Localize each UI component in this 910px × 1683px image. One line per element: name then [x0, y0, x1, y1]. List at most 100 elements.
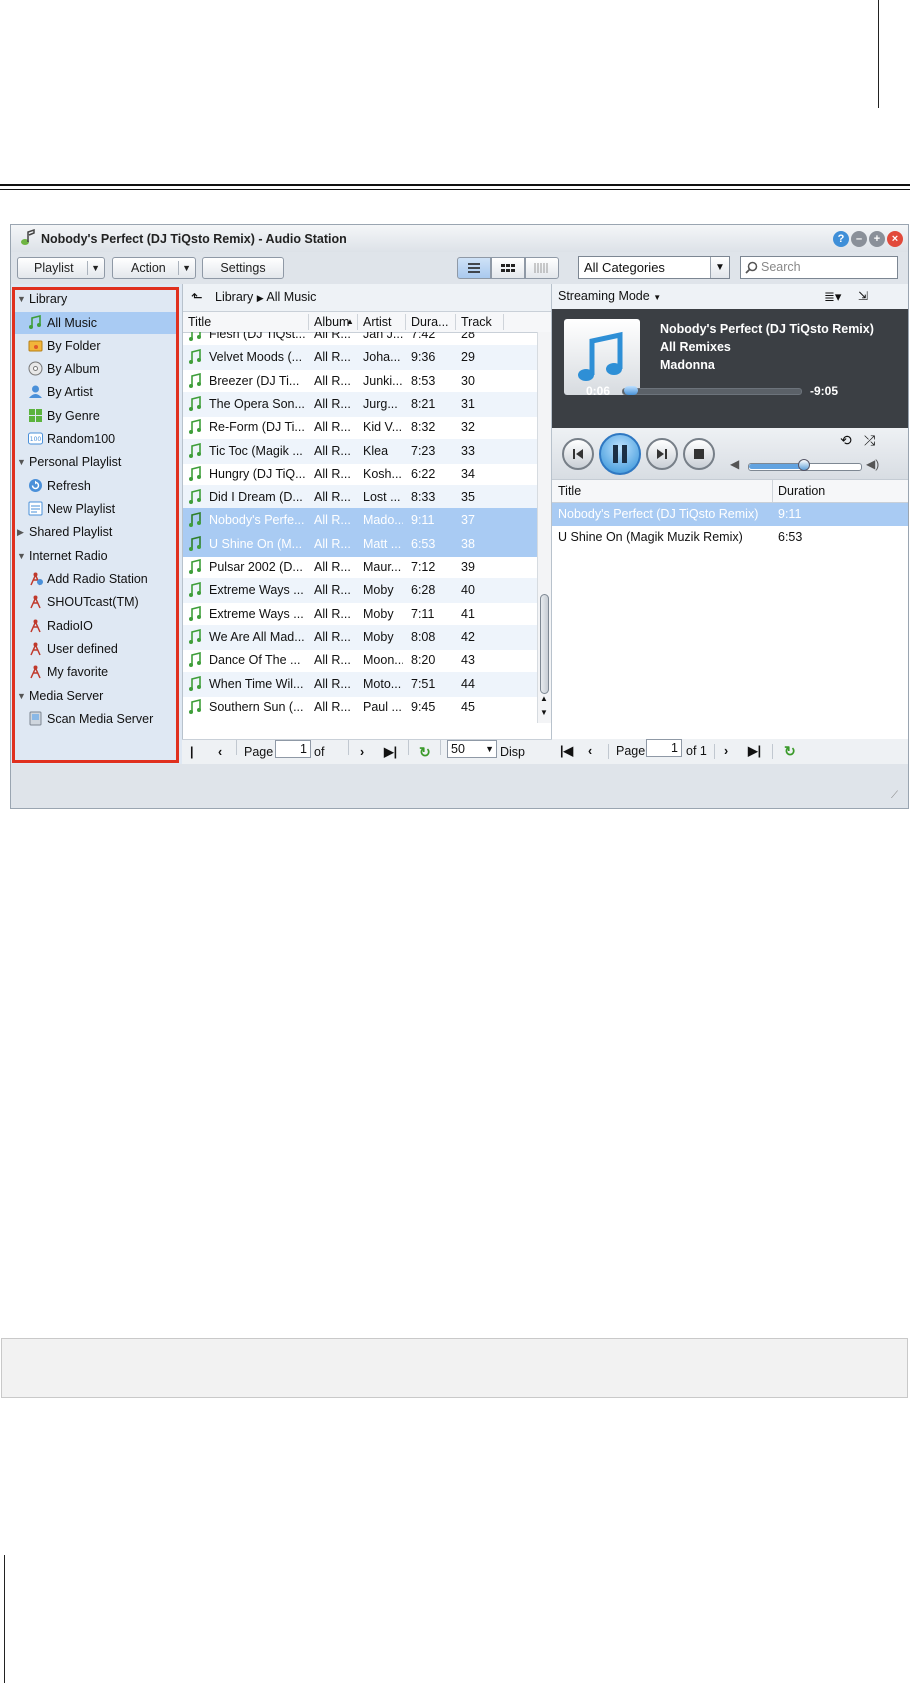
column-duration[interactable]: Dura...	[411, 312, 449, 332]
category-select[interactable]: All Categories ▼	[578, 256, 730, 279]
table-row[interactable]: Southern Sun (... All R... Paul ... 9:45 45	[183, 695, 537, 720]
reload-icon[interactable]: ↻	[419, 740, 431, 765]
title-bar[interactable]: Nobody's Perfect (DJ TiQsto Remix) - Aud…	[11, 225, 908, 252]
minimize-icon[interactable]: –	[851, 231, 867, 247]
shuffle-icon[interactable]: ⤮	[864, 432, 875, 449]
table-row[interactable]: Breezer (DJ Ti... All R... Junki... 8:53 30	[183, 369, 537, 394]
table-row[interactable]: Re-Form (DJ Ti... All R... Kid V... 8:32 32	[183, 415, 537, 440]
table-row[interactable]: We Are All Mad... All R... Moby 8:08 42	[183, 624, 537, 650]
cell-album: All R...	[314, 466, 351, 481]
page-label: Page	[244, 745, 274, 759]
playlist-row[interactable]: U Shine On (Magik Muzik Remix) 6:53	[552, 526, 908, 549]
sidebar-item-radioio[interactable]: RadioIO	[15, 615, 177, 637]
collapse-player-icon[interactable]: ⇲	[858, 284, 868, 309]
sidebar-item-shoutcast[interactable]: SHOUTcast(TM)	[15, 591, 177, 613]
column-album[interactable]: Album	[314, 312, 349, 332]
playlist-row[interactable]: Nobody's Perfect (DJ TiQsto Remix) 9:11	[552, 503, 908, 526]
thumbnail-view-button[interactable]	[491, 257, 525, 279]
sidebar-item-by-folder[interactable]: By Folder	[15, 335, 177, 357]
sidebar-item-by-album[interactable]: By Album	[15, 358, 177, 380]
table-row[interactable]: U Shine On (M... All R... Matt ... 6:53 38	[183, 531, 537, 557]
list-view-button[interactable]	[457, 257, 491, 279]
table-row[interactable]: Extreme Ways ... All R... Moby 6:28 40	[183, 578, 537, 604]
previous-button[interactable]	[562, 438, 594, 470]
last-page-icon[interactable]: ▶|	[748, 739, 761, 764]
table-row[interactable]: Hungry (DJ TiQ... All R... Kosh... 6:22 34	[183, 462, 537, 487]
next-page-icon[interactable]: ›	[724, 739, 728, 764]
close-icon[interactable]: ×	[887, 231, 903, 247]
table-row[interactable]: The Opera Son... All R... Jurg... 8:21 31	[183, 391, 537, 417]
table-row[interactable]: Extreme Ways ... All R... Moby 7:11 41	[183, 602, 537, 627]
sidebar-item-new-playlist[interactable]: New Playlist	[15, 498, 177, 520]
table-row[interactable]: Velvet Moods (... All R... Joha... 9:36 29	[183, 345, 537, 371]
resize-grip-icon[interactable]: ⟋	[891, 790, 898, 801]
breadcrumb-root[interactable]: Library	[215, 290, 253, 304]
cover-flow-view-button[interactable]	[525, 257, 559, 279]
repeat-icon[interactable]: ⟲	[840, 432, 852, 449]
scroll-up-icon[interactable]: ▲	[540, 694, 548, 703]
up-arrow-icon[interactable]: ⬑	[191, 284, 203, 311]
breadcrumb-current[interactable]: All Music	[266, 290, 316, 304]
search-input[interactable]: Search	[740, 256, 898, 279]
table-row[interactable]: Pulsar 2002 (D... All R... Maur... 7:12 39	[183, 555, 537, 580]
playlist-button[interactable]: Playlist ▼	[17, 257, 105, 279]
page-number-input[interactable]: 1	[275, 740, 311, 758]
view-mode-group	[457, 257, 561, 279]
first-page-icon[interactable]: |◀	[560, 739, 573, 764]
prev-page-icon[interactable]: ‹	[218, 740, 222, 765]
settings-button[interactable]: Settings	[202, 257, 284, 279]
volume-knob[interactable]	[798, 459, 810, 471]
column-artist[interactable]: Artist	[363, 312, 391, 332]
sidebar-section-library[interactable]: ▼ Library	[15, 288, 177, 310]
help-icon[interactable]: ?	[833, 231, 849, 247]
last-page-icon[interactable]: ▶|	[384, 740, 397, 765]
song-list-scrollbar[interactable]: ▲ ▼	[537, 332, 551, 723]
column-title[interactable]: Title	[188, 312, 211, 332]
prev-page-icon[interactable]: ‹	[588, 739, 592, 764]
table-row[interactable]: When Time Wil... All R... Moto... 7:51 44	[183, 671, 537, 697]
sidebar-item-refresh[interactable]: Refresh	[15, 475, 177, 497]
sidebar-item-all-music[interactable]: All Music	[15, 312, 177, 334]
progress-knob[interactable]	[624, 386, 638, 395]
cell-album: All R...	[314, 396, 351, 411]
maximize-icon[interactable]: +	[869, 231, 885, 247]
next-button[interactable]	[646, 438, 678, 470]
cell-track: 42	[461, 629, 475, 644]
stop-button[interactable]	[683, 438, 715, 470]
sidebar-item-by-artist[interactable]: By Artist	[15, 381, 177, 403]
pause-button[interactable]	[599, 433, 641, 475]
sidebar-item-scan-media-server[interactable]: Scan Media Server	[15, 708, 177, 730]
sidebar-section-media-server[interactable]: ▼ Media Server	[15, 685, 177, 707]
next-page-icon[interactable]: ›	[360, 740, 364, 765]
sidebar-item-user-defined[interactable]: User defined	[15, 638, 177, 660]
sidebar-item-my-favorite[interactable]: My favorite	[15, 661, 177, 683]
table-row[interactable]: Nobody's Perfe... All R... Mado... 9:11 37	[183, 508, 537, 534]
playlist-menu-icon[interactable]: ≣▾	[824, 284, 841, 309]
sidebar-item-by-genre[interactable]: By Genre	[15, 405, 177, 427]
cell-title: Velvet Moods (...	[209, 350, 303, 365]
table-row[interactable]: Tic Toc (Magik ... All R... Klea 7:23 33	[183, 438, 537, 464]
sidebar-section-internet-radio[interactable]: ▼ Internet Radio	[15, 545, 177, 567]
table-row[interactable]: Dance Of The ... All R... Moon... 8:20 43	[183, 648, 537, 673]
music-note-icon	[189, 605, 201, 621]
page-number-input[interactable]: 1	[646, 739, 682, 757]
scrollbar-thumb[interactable]	[540, 594, 549, 694]
sidebar-item-add-radio-station[interactable]: Add Radio Station	[15, 568, 177, 590]
playlist-column-title[interactable]: Title	[558, 480, 581, 502]
playlist-pager: |◀ ‹ Page 1 of 1 › ▶| ↻	[552, 739, 908, 764]
cell-title: Hungry (DJ TiQ...	[209, 466, 305, 481]
playlist-column-duration[interactable]: Duration	[778, 480, 825, 502]
page-size-select[interactable]: 50 ▼	[447, 740, 497, 758]
table-row[interactable]: Did I Dream (D... All R... Lost ... 8:33 35	[183, 485, 537, 511]
scroll-down-icon[interactable]: ▼	[540, 708, 548, 717]
progress-bar[interactable]	[622, 388, 802, 395]
music-note-icon	[189, 372, 201, 388]
column-track[interactable]: Track	[461, 312, 492, 332]
reload-icon[interactable]: ↻	[784, 739, 796, 764]
sidebar-section-personal-playlist[interactable]: ▼ Personal Playlist	[15, 451, 177, 473]
streaming-mode-menu[interactable]: Streaming Mode ▼	[558, 284, 661, 310]
sidebar-section-shared-playlist[interactable]: ▶ Shared Playlist	[15, 521, 177, 543]
action-button[interactable]: Action ▼	[112, 257, 196, 279]
sidebar-item-random100[interactable]: 100 Random100	[15, 428, 177, 450]
cell-artist: Matt ...	[363, 536, 402, 551]
